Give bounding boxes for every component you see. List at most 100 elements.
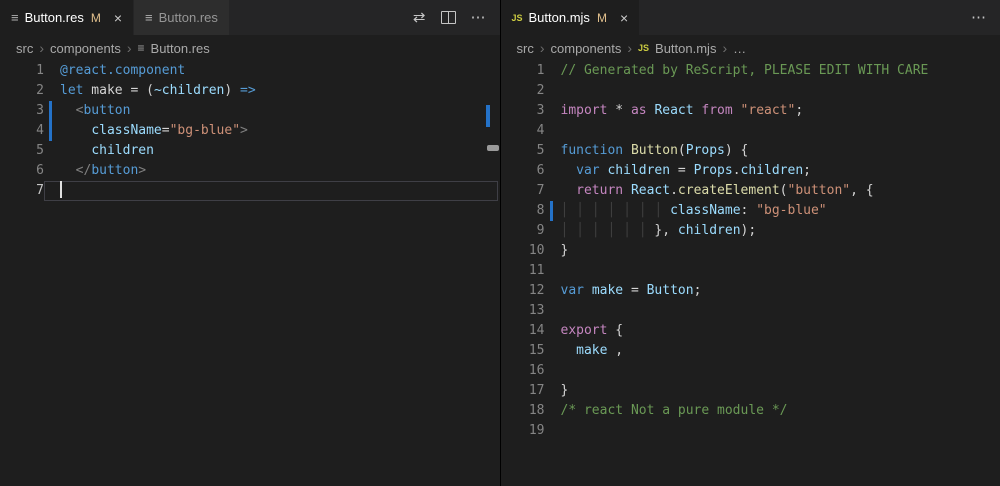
code-line[interactable]: 6 var children = Props.children;	[501, 161, 1000, 181]
code-text	[545, 81, 999, 101]
code-line[interactable]: 1// Generated by ReScript, PLEASE EDIT W…	[501, 61, 1000, 81]
code-token: }	[561, 383, 569, 398]
js-file-icon: JS	[638, 43, 649, 53]
code-line[interactable]: 17}	[501, 381, 1000, 401]
breadcrumb: src›components›JSButton.mjs›…	[501, 35, 1000, 61]
line-number[interactable]: 2	[501, 81, 545, 101]
code-token: className	[670, 203, 740, 218]
code-token: "bg-blue"	[170, 123, 240, 138]
breadcrumb-item[interactable]: components	[50, 41, 121, 56]
line-number[interactable]: 5	[501, 141, 545, 161]
code-token	[561, 343, 577, 358]
line-number[interactable]: 17	[501, 381, 545, 401]
code-line[interactable]: 4 className="bg-blue">	[0, 121, 500, 141]
code-line[interactable]: 7	[0, 181, 500, 201]
tab-button-res[interactable]: ≡Button.resM×	[0, 0, 134, 35]
line-number[interactable]: 18	[501, 401, 545, 421]
line-number[interactable]: 9	[501, 221, 545, 241]
line-number[interactable]: 4	[0, 121, 44, 141]
close-icon[interactable]: ×	[114, 11, 122, 25]
line-number[interactable]: 14	[501, 321, 545, 341]
code-line[interactable]: 11	[501, 261, 1000, 281]
line-number[interactable]: 6	[501, 161, 545, 181]
code-token: ,	[607, 343, 623, 358]
code-token	[60, 163, 76, 178]
code-token: =	[670, 163, 693, 178]
code-line[interactable]: 1@react.component	[0, 61, 500, 81]
line-number[interactable]: 19	[501, 421, 545, 441]
breadcrumb-item[interactable]: Button.res	[151, 41, 210, 56]
line-number[interactable]: 7	[501, 181, 545, 201]
open-changes-icon[interactable]: ⇄	[413, 10, 426, 25]
tab-button-mjs[interactable]: JSButton.mjsM×	[501, 0, 641, 35]
split-editor-icon[interactable]	[441, 11, 456, 24]
code-line[interactable]: 14export {	[501, 321, 1000, 341]
code-line[interactable]: 5 children	[0, 141, 500, 161]
line-number[interactable]: 1	[0, 61, 44, 81]
code-line[interactable]: 2let make = (~children) =>	[0, 81, 500, 101]
code-token: return	[576, 183, 623, 198]
code-line[interactable]: 2	[501, 81, 1000, 101]
code-token: button	[83, 103, 130, 118]
close-icon[interactable]: ×	[620, 11, 628, 25]
code-token: var	[576, 163, 599, 178]
code-line[interactable]: 6 </button>	[0, 161, 500, 181]
code-text	[545, 421, 999, 441]
line-number[interactable]: 1	[501, 61, 545, 81]
line-number[interactable]: 10	[501, 241, 545, 261]
code-token: let	[60, 83, 83, 98]
code-token: =	[162, 123, 170, 138]
code-line[interactable]: 16	[501, 361, 1000, 381]
code-editor[interactable]: 1@react.component2let make = (~children)…	[0, 61, 500, 486]
code-token: │ │ │ │ │ │ │	[561, 203, 671, 218]
code-token: export	[561, 323, 608, 338]
code-token: children	[678, 223, 741, 238]
code-line[interactable]: 7 return React.createElement("button", {	[501, 181, 1000, 201]
breadcrumb-item[interactable]: …	[733, 41, 746, 56]
code-lines: 1@react.component2let make = (~children)…	[0, 61, 500, 486]
line-number[interactable]: 16	[501, 361, 545, 381]
code-line[interactable]: 19	[501, 421, 1000, 441]
code-line[interactable]: 10}	[501, 241, 1000, 261]
overview-ruler[interactable]	[486, 61, 500, 486]
code-text	[545, 121, 999, 141]
code-line[interactable]: 4	[501, 121, 1000, 141]
breadcrumb-separator-icon: ›	[127, 40, 132, 56]
code-line[interactable]: 8│ │ │ │ │ │ │ className: "bg-blue"	[501, 201, 1000, 221]
breadcrumb-item[interactable]: Button.mjs	[655, 41, 716, 56]
breadcrumb-item[interactable]: src	[517, 41, 534, 56]
code-line[interactable]: 13	[501, 301, 1000, 321]
code-token: createElement	[678, 183, 780, 198]
code-text: make ,	[545, 341, 999, 361]
tab-button-res[interactable]: ≡Button.res	[134, 0, 230, 35]
breadcrumb-item[interactable]: src	[16, 41, 33, 56]
overview-ruler[interactable]	[986, 61, 1000, 486]
code-text: var children = Props.children;	[545, 161, 999, 181]
line-number[interactable]: 4	[501, 121, 545, 141]
code-line[interactable]: 12var make = Button;	[501, 281, 1000, 301]
code-token: },	[654, 223, 677, 238]
code-line[interactable]: 9│ │ │ │ │ │ }, children);	[501, 221, 1000, 241]
more-actions-icon[interactable]: ⋯	[971, 10, 986, 25]
line-number[interactable]: 15	[501, 341, 545, 361]
code-editor[interactable]: 1// Generated by ReScript, PLEASE EDIT W…	[501, 61, 1000, 486]
line-number[interactable]: 11	[501, 261, 545, 281]
more-actions-icon[interactable]: ⋯	[471, 10, 486, 25]
code-line[interactable]: 3 <button	[0, 101, 500, 121]
line-number[interactable]: 7	[0, 181, 44, 201]
line-number[interactable]: 13	[501, 301, 545, 321]
code-line[interactable]: 5function Button(Props) {	[501, 141, 1000, 161]
code-line[interactable]: 3import * as React from "react";	[501, 101, 1000, 121]
line-number[interactable]: 3	[501, 101, 545, 121]
line-number[interactable]: 12	[501, 281, 545, 301]
code-line[interactable]: 15 make ,	[501, 341, 1000, 361]
code-token: children	[741, 163, 804, 178]
line-number[interactable]: 8	[501, 201, 545, 221]
line-number[interactable]: 6	[0, 161, 44, 181]
code-token: make	[576, 343, 607, 358]
line-number[interactable]: 3	[0, 101, 44, 121]
breadcrumb-item[interactable]: components	[551, 41, 622, 56]
code-line[interactable]: 18/* react Not a pure module */	[501, 401, 1000, 421]
line-number[interactable]: 5	[0, 141, 44, 161]
line-number[interactable]: 2	[0, 81, 44, 101]
